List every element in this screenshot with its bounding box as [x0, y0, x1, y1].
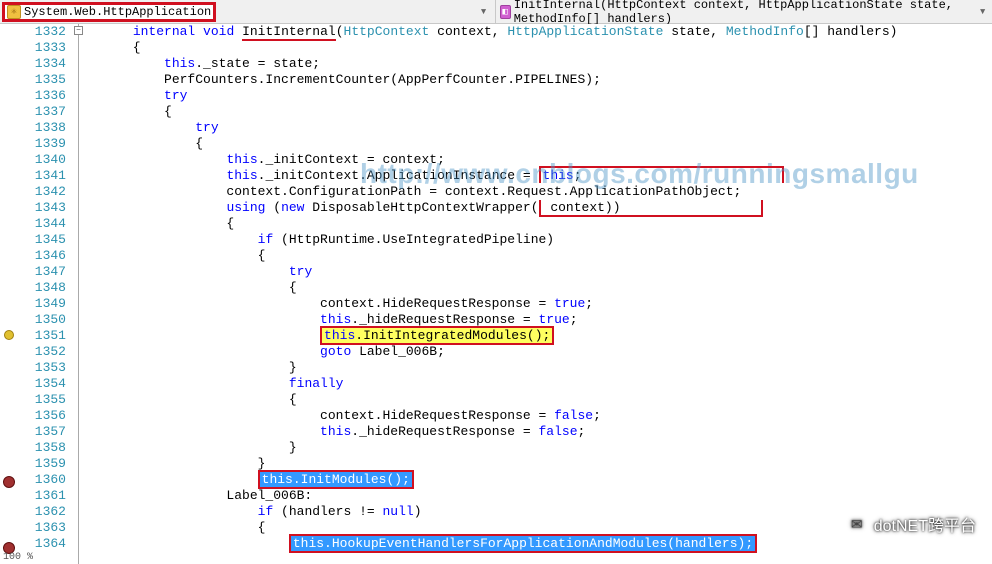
code-line[interactable]: context.HideRequestResponse = false;: [86, 408, 992, 424]
line-number: 1340: [18, 152, 66, 168]
line-number: 1336: [18, 88, 66, 104]
line-number: 1351: [18, 328, 66, 344]
code-line[interactable]: }: [86, 360, 992, 376]
line-number: 1345: [18, 232, 66, 248]
method-name-label: InitInternal(HttpContext context, HttpAp…: [514, 0, 978, 26]
line-number: 1361: [18, 488, 66, 504]
code-line[interactable]: {: [86, 136, 992, 152]
code-line[interactable]: try: [86, 264, 992, 280]
fold-margin[interactable]: −: [72, 24, 86, 564]
class-dropdown[interactable]: ⚛ System.Web.HttpApplication ▾: [0, 2, 495, 22]
code-line[interactable]: try: [86, 88, 992, 104]
line-number: 1339: [18, 136, 66, 152]
line-number: 1341: [18, 168, 66, 184]
code-content[interactable]: internal void InitInternal(HttpContext c…: [86, 24, 992, 564]
breakpoint-icon[interactable]: [3, 476, 15, 488]
line-number: 1348: [18, 280, 66, 296]
code-line[interactable]: {: [86, 104, 992, 120]
code-line[interactable]: this._hideRequestResponse = false;: [86, 424, 992, 440]
code-line[interactable]: context.ConfigurationPath = context.Requ…: [86, 184, 992, 200]
code-line[interactable]: if (handlers != null): [86, 504, 992, 520]
line-number: 1347: [18, 264, 66, 280]
line-number: 1358: [18, 440, 66, 456]
code-line[interactable]: using (new DisposableHttpContextWrapper(…: [86, 200, 992, 216]
step-marker-icon[interactable]: [4, 330, 14, 340]
chevron-down-icon[interactable]: ▾: [977, 4, 988, 19]
line-number: 1363: [18, 520, 66, 536]
navigation-bar: ⚛ System.Web.HttpApplication ▾ ◧ InitInt…: [0, 0, 992, 24]
code-line[interactable]: finally: [86, 376, 992, 392]
line-number: 1344: [18, 216, 66, 232]
code-editor[interactable]: 1332133313341335133613371338133913401341…: [0, 24, 992, 564]
method-dropdown[interactable]: ◧ InitInternal(HttpContext context, Http…: [495, 0, 992, 26]
line-number: 1360: [18, 472, 66, 488]
chevron-down-icon[interactable]: ▾: [477, 4, 491, 19]
line-number: 1349: [18, 296, 66, 312]
line-number: 1342: [18, 184, 66, 200]
code-line[interactable]: {: [86, 280, 992, 296]
line-number: 1353: [18, 360, 66, 376]
line-number: 1350: [18, 312, 66, 328]
fold-minus-icon[interactable]: −: [74, 26, 83, 35]
code-line[interactable]: {: [86, 248, 992, 264]
code-line[interactable]: internal void InitInternal(HttpContext c…: [86, 24, 992, 40]
line-number: 1334: [18, 56, 66, 72]
code-line[interactable]: goto Label_006B;: [86, 344, 992, 360]
line-number: 1354: [18, 376, 66, 392]
code-line[interactable]: }: [86, 456, 992, 472]
method-icon: ◧: [500, 5, 511, 19]
code-line[interactable]: try: [86, 120, 992, 136]
line-number: 1352: [18, 344, 66, 360]
line-number: 1357: [18, 424, 66, 440]
code-line[interactable]: {: [86, 216, 992, 232]
line-number: 1362: [18, 504, 66, 520]
line-number-gutter: 1332133313341335133613371338133913401341…: [18, 24, 72, 564]
fold-line: [78, 24, 79, 564]
zoom-status: 100 %: [0, 551, 36, 564]
line-number: 1356: [18, 408, 66, 424]
line-number: 1364: [18, 536, 66, 552]
line-number: 1346: [18, 248, 66, 264]
line-number: 1355: [18, 392, 66, 408]
code-line[interactable]: this.InitIntegratedModules();: [86, 328, 992, 344]
line-number: 1338: [18, 120, 66, 136]
line-number: 1359: [18, 456, 66, 472]
code-line[interactable]: this.InitModules();: [86, 472, 992, 488]
code-line[interactable]: context.HideRequestResponse = true;: [86, 296, 992, 312]
line-number: 1335: [18, 72, 66, 88]
line-number: 1333: [18, 40, 66, 56]
class-icon: ⚛: [7, 5, 21, 19]
code-line[interactable]: this._state = state;: [86, 56, 992, 72]
line-number: 1337: [18, 104, 66, 120]
code-line[interactable]: if (HttpRuntime.UseIntegratedPipeline): [86, 232, 992, 248]
code-line[interactable]: {: [86, 392, 992, 408]
line-number: 1332: [18, 24, 66, 40]
code-line[interactable]: }: [86, 440, 992, 456]
code-line[interactable]: PerfCounters.IncrementCounter(AppPerfCou…: [86, 72, 992, 88]
breakpoint-margin[interactable]: [0, 24, 18, 564]
class-name-label: System.Web.HttpApplication: [24, 5, 211, 19]
code-line[interactable]: Label_006B:: [86, 488, 992, 504]
line-number: 1343: [18, 200, 66, 216]
code-line[interactable]: this.HookupEventHandlersForApplicationAn…: [86, 536, 992, 552]
code-line[interactable]: {: [86, 40, 992, 56]
code-line[interactable]: this._initContext.ApplicationInstance = …: [86, 168, 992, 184]
